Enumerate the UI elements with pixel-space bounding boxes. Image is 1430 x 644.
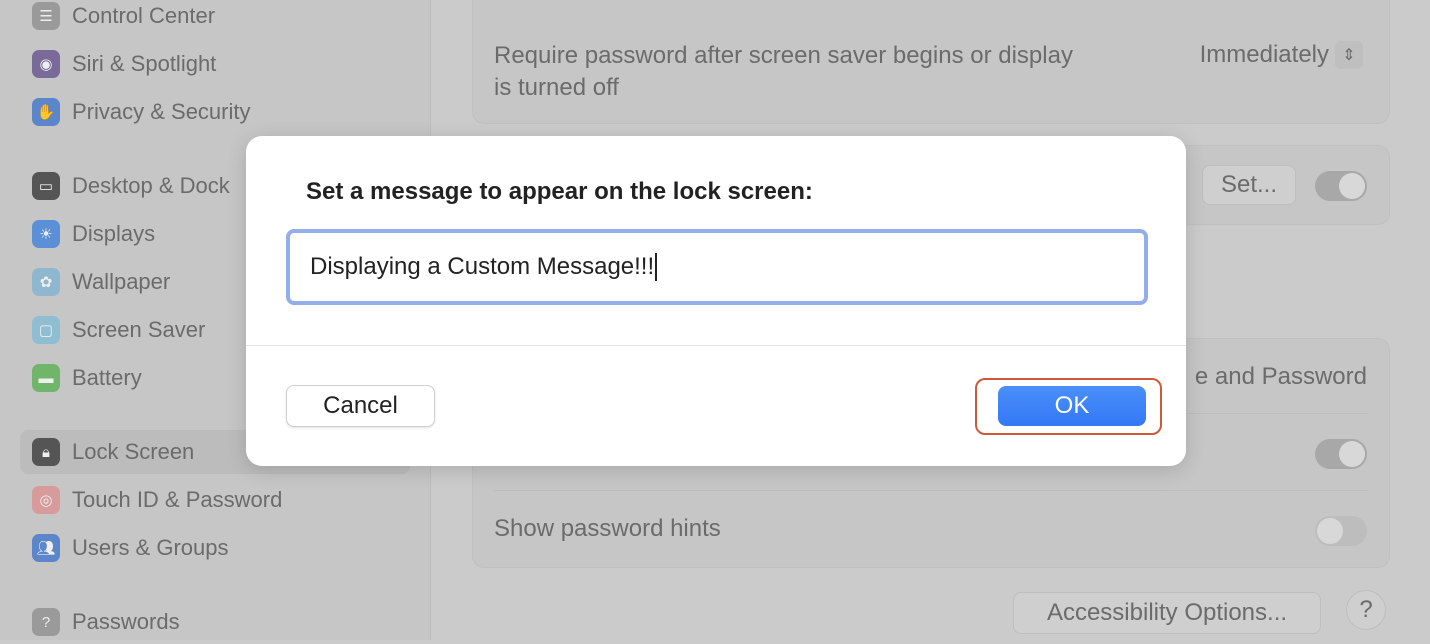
sidebar-item-label: Privacy & Security <box>72 99 251 124</box>
sidebar-item-label: Desktop & Dock <box>72 173 230 198</box>
sidebar-item-label: Siri & Spotlight <box>72 51 217 76</box>
sidebar-item-touch-id-password[interactable]: ◎ Touch ID & Password <box>20 478 410 522</box>
sidebar-item-siri-spotlight[interactable]: ◉ Siri & Spotlight <box>20 42 410 86</box>
require-password-select[interactable]: Immediately ⇕ <box>1200 41 1363 69</box>
sidebar-item-privacy-security[interactable]: ✋ Privacy & Security <box>20 90 410 134</box>
lock-message-input[interactable]: Displaying a Custom Message!!! <box>286 229 1148 305</box>
login-section-label: e and Password <box>1194 363 1367 390</box>
sidebar-item-label: Screen Saver <box>72 317 206 342</box>
sidebar-item-label: Touch ID & Password <box>72 487 283 512</box>
cancel-button[interactable]: Cancel <box>286 385 435 427</box>
input-value: Displaying a Custom Message!!! <box>310 253 655 280</box>
row-toggle[interactable] <box>1315 439 1367 469</box>
lock-message-toggle[interactable] <box>1315 171 1367 201</box>
users-icon: 👥︎ <box>32 534 60 562</box>
lock-message-dialog: Set a message to appear on the lock scre… <box>246 136 1186 466</box>
screen-saver-icon: ▢ <box>32 316 60 344</box>
sidebar-item-label: Wallpaper <box>72 269 171 294</box>
help-button[interactable]: ? <box>1346 590 1386 630</box>
fingerprint-icon: ◎ <box>32 486 60 514</box>
battery-icon: ▬ <box>32 364 60 392</box>
sidebar-item-label: Displays <box>72 221 156 246</box>
ok-button[interactable]: OK <box>998 386 1146 426</box>
lock-icon: 🔒︎ <box>32 438 60 466</box>
sidebar-item-label: Battery <box>72 365 142 390</box>
dock-icon: ▭ <box>32 172 60 200</box>
require-password-label: Require password after screen saver begi… <box>494 42 1073 101</box>
hand-icon: ✋ <box>32 98 60 126</box>
dialog-title: Set a message to appear on the lock scre… <box>306 178 813 205</box>
show-password-hints-label: Show password hints <box>494 515 721 542</box>
accessibility-options-button[interactable]: Accessibility Options... <box>1013 592 1321 634</box>
flower-icon: ✿ <box>32 268 60 296</box>
key-icon: ? <box>32 608 60 636</box>
sidebar-item-label: Users & Groups <box>72 535 229 560</box>
sidebar-item-label: Passwords <box>72 609 180 634</box>
sun-icon: ☀ <box>32 220 60 248</box>
dialog-divider <box>246 345 1186 346</box>
siri-icon: ◉ <box>32 50 60 78</box>
sidebar-item-label: Control Center <box>72 3 216 28</box>
text-caret <box>655 253 658 281</box>
sidebar-item-users-groups[interactable]: 👥︎ Users & Groups <box>20 526 410 570</box>
show-password-hints-toggle[interactable] <box>1315 516 1367 546</box>
stepper-chevron-icon: ⇕ <box>1335 41 1363 69</box>
password-settings-card: Require password after screen saver begi… <box>472 0 1390 124</box>
divider <box>494 490 1368 491</box>
require-password-value: Immediately <box>1199 41 1329 68</box>
sidebar-item-passwords[interactable]: ? Passwords <box>20 600 410 644</box>
control-center-icon: ☰ <box>32 2 60 30</box>
set-message-button[interactable]: Set... <box>1202 165 1296 205</box>
sidebar-item-control-center[interactable]: ☰ Control Center <box>20 0 410 38</box>
sidebar-item-label: Lock Screen <box>72 439 195 464</box>
